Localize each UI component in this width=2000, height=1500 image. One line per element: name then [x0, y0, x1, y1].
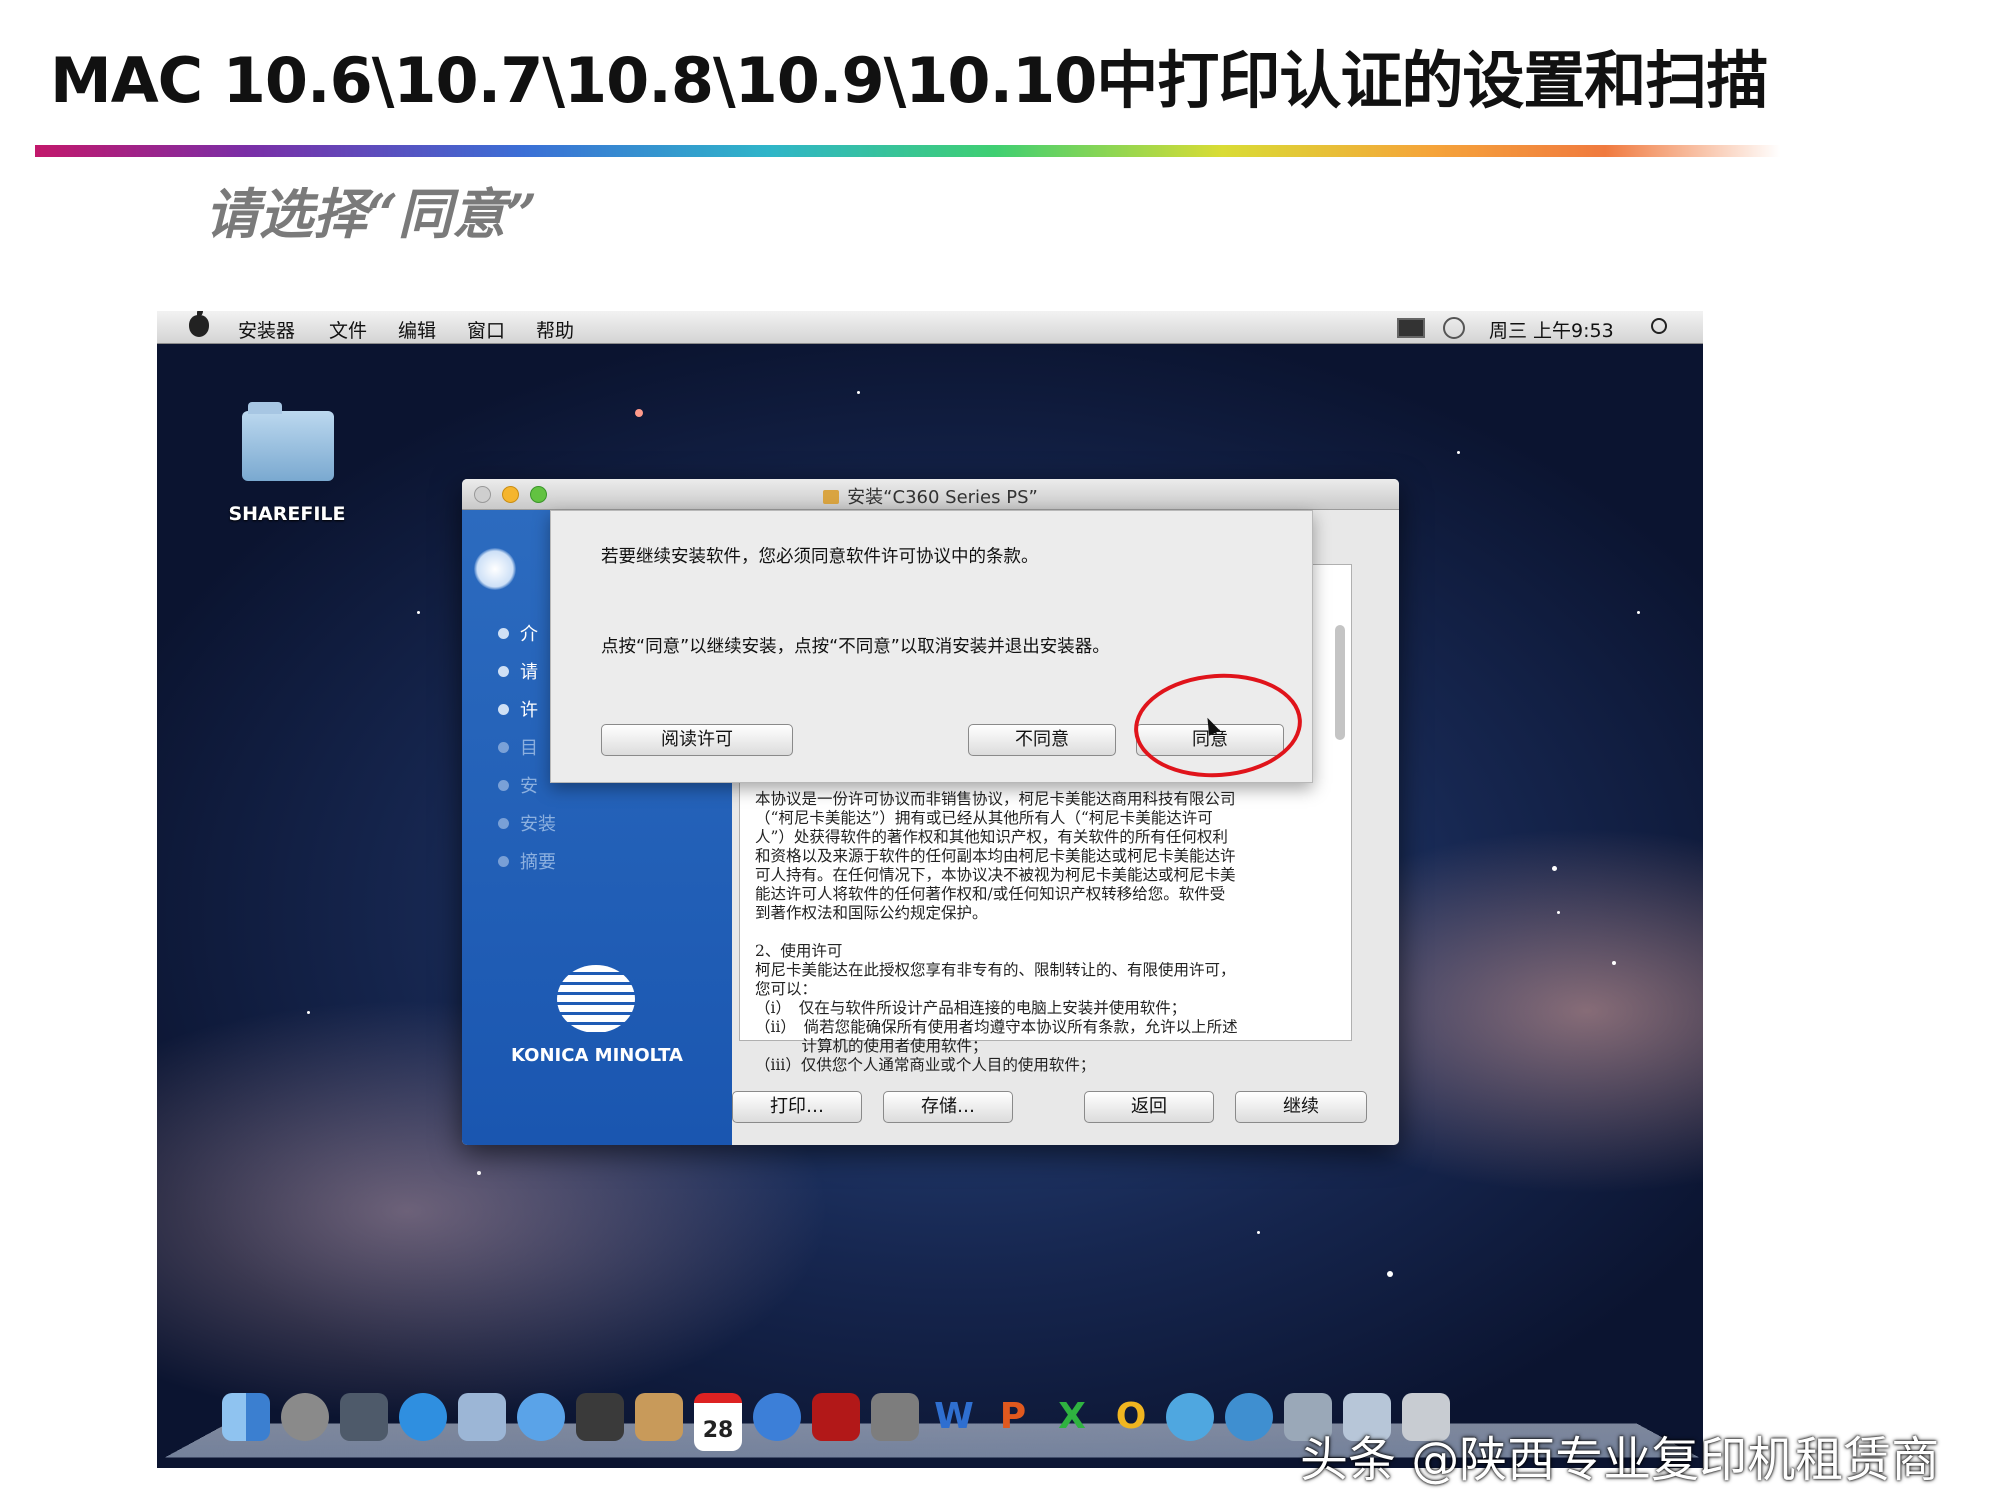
continue-button[interactable]: 继续 — [1235, 1091, 1367, 1123]
finder-icon[interactable] — [222, 1393, 270, 1441]
sidebar-orb — [474, 548, 516, 590]
disagree-button[interactable]: 不同意 — [968, 724, 1116, 756]
menu-file[interactable]: 文件 — [329, 316, 367, 343]
powerpoint-icon[interactable]: P — [989, 1393, 1037, 1441]
sheet-instructions: 点按“同意”以继续安装，点按“不同意”以取消安装并退出安装器。 — [601, 637, 1110, 657]
photo-booth-icon[interactable] — [812, 1393, 860, 1441]
display-icon[interactable] — [1397, 318, 1425, 338]
konica-minolta-logo-icon — [557, 965, 635, 1033]
step-introduction: 介 — [520, 624, 538, 645]
menu-help[interactable]: 帮助 — [536, 316, 574, 343]
menu-edit[interactable]: 编辑 — [398, 316, 436, 343]
package-icon — [823, 490, 840, 504]
save-button[interactable]: 存储… — [883, 1091, 1013, 1123]
print-button[interactable]: 打印… — [732, 1091, 862, 1123]
messenger-icon[interactable] — [1166, 1393, 1214, 1441]
step-dot — [498, 628, 509, 639]
menu-bar: 安装器 文件 编辑 窗口 帮助 周三 上午9:53 — [157, 311, 1703, 344]
step-dot — [498, 856, 509, 867]
installer-window: 安装“C360 Series PS” 介 请 许 目 安 安装 摘要 KONIC… — [462, 479, 1399, 1145]
scrollbar[interactable] — [1335, 625, 1345, 740]
preview-icon[interactable] — [458, 1393, 506, 1441]
step-dot — [498, 818, 509, 829]
back-button[interactable]: 返回 — [1084, 1091, 1214, 1123]
contacts-icon[interactable] — [635, 1393, 683, 1441]
step-readme: 请 — [520, 662, 538, 683]
folder-icon[interactable] — [242, 402, 334, 481]
mac-desktop-screenshot: 安装器 文件 编辑 窗口 帮助 周三 上午9:53 SHAREFILE 安装“C… — [157, 311, 1703, 1468]
read-license-button[interactable]: 阅读许可 — [601, 724, 793, 756]
window-title: 安装“C360 Series PS” — [847, 487, 1038, 508]
apple-icon[interactable] — [189, 311, 209, 337]
facetime-icon[interactable] — [576, 1393, 624, 1441]
search-icon[interactable] — [1651, 318, 1667, 334]
calendar-icon[interactable]: 28 — [694, 1393, 742, 1451]
step-dot — [498, 666, 509, 677]
slide-subtitle: 请选择“同意” — [205, 182, 538, 246]
sheet-message: 若要继续安装软件，您必须同意软件许可协议中的条款。 — [601, 547, 1039, 567]
menu-installer[interactable]: 安装器 — [238, 316, 295, 343]
step-dot — [498, 780, 509, 791]
license-text: 本协议是一份许可协议而非销售协议，柯尼卡美能达商用科技有限公司 （“柯尼卡美能达… — [755, 790, 1238, 1074]
mission-control-icon[interactable] — [340, 1393, 388, 1441]
step-license: 许 — [520, 700, 538, 721]
brand-name: KONICA MINOLTA — [511, 1045, 683, 1066]
step-installation: 安装 — [520, 814, 556, 835]
menu-window[interactable]: 窗口 — [467, 316, 505, 343]
menu-clock[interactable]: 周三 上午9:53 — [1489, 316, 1614, 343]
rainbow-divider — [35, 145, 1780, 157]
system-preferences-icon[interactable] — [871, 1393, 919, 1441]
step-dot — [498, 742, 509, 753]
launchpad-icon[interactable] — [281, 1393, 329, 1441]
step-dot — [498, 704, 509, 715]
watermark: 头条 @陕西专业复印机租赁商 — [1300, 1432, 1940, 1488]
desktop-folder-label[interactable]: SHAREFILE — [217, 503, 357, 525]
step-install-type: 安 — [520, 776, 538, 797]
app-store-icon[interactable] — [399, 1393, 447, 1441]
time-machine-icon[interactable] — [1443, 317, 1465, 339]
network-icon[interactable] — [1225, 1393, 1273, 1441]
step-destination: 目 — [520, 738, 538, 759]
excel-icon[interactable]: X — [1048, 1393, 1096, 1441]
window-titlebar[interactable]: 安装“C360 Series PS” — [462, 479, 1399, 510]
word-icon[interactable]: W — [930, 1393, 978, 1441]
slide-title: MAC 10.6\10.7\10.8\10.9\10.10中打印认证的设置和扫描 — [50, 44, 1768, 117]
step-summary: 摘要 — [520, 852, 556, 873]
itunes-icon[interactable] — [753, 1393, 801, 1441]
safari-icon[interactable] — [517, 1393, 565, 1441]
outlook-icon[interactable]: O — [1107, 1393, 1155, 1441]
